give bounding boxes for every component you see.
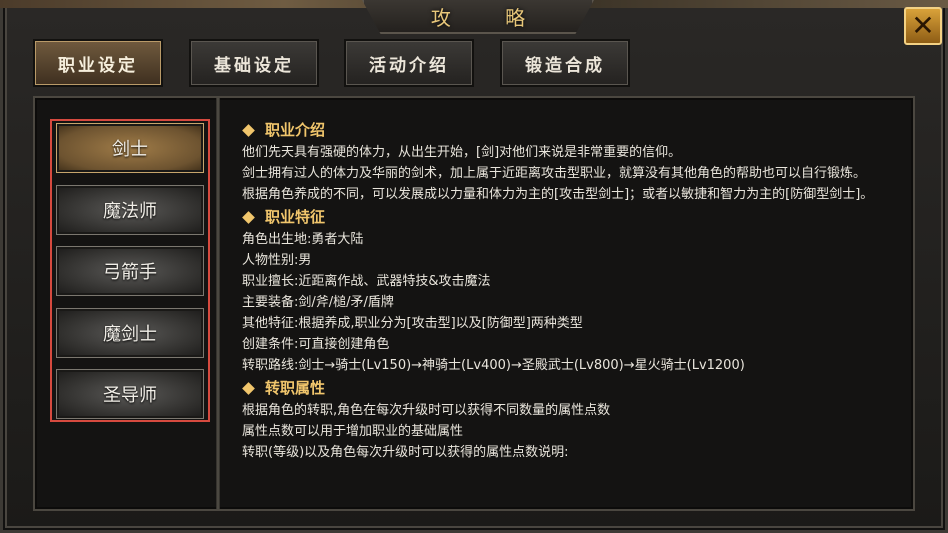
guide-line: 转职路线:剑士→骑士(Lv150)→神骑士(Lv400)→圣殿武士(Lv800)… — [242, 358, 745, 373]
section-heading: 职业特征 — [242, 205, 902, 229]
guide-line: 角色出生地:勇者大陆 — [242, 232, 364, 247]
tab-label: 锻造合成 — [525, 55, 605, 76]
section-heading: 职业介绍 — [242, 118, 902, 142]
class-button-swordsman[interactable]: 剑士 — [56, 123, 204, 173]
class-button-archer[interactable]: 弓箭手 — [56, 246, 204, 296]
section-heading: 转职属性 — [242, 376, 902, 400]
tab-label: 活动介绍 — [369, 55, 449, 76]
guide-line: 主要装备:剑/斧/槌/矛/盾牌 — [242, 295, 394, 310]
panel-divider — [216, 98, 220, 509]
guide-line: 他们先天具有强硬的体力，从出生开始，[剑]对他们来说是非常重要的信仰。 — [242, 145, 682, 160]
tab-label: 职业设定 — [58, 55, 138, 76]
diamond-bullet-icon — [242, 210, 255, 224]
class-list: 剑士 魔法师 弓箭手 魔剑士 圣导师 — [50, 119, 210, 422]
tab-basic-settings[interactable]: 基础设定 — [189, 39, 319, 87]
close-button[interactable]: ✕ — [904, 7, 942, 45]
tab-label: 基础设定 — [214, 55, 294, 76]
window-title: 攻 略 — [430, 5, 550, 30]
title-plate: 攻 略 — [362, 0, 594, 34]
guide-line: 根据角色的转职,角色在每次升级时可以获得不同数量的属性点数 — [242, 403, 611, 418]
section-heading-text: 转职属性 — [265, 379, 326, 397]
guide-line: 职业擅长:近距离作战、武器特技&攻击魔法 — [242, 274, 491, 289]
guide-line: 转职(等级)以及角色每次升级时可以获得的属性点数说明: — [242, 445, 569, 460]
close-icon: ✕ — [911, 9, 935, 42]
guide-line: 剑士拥有过人的体力及华丽的剑术，加上属于近距离攻击型职业，就算没有其他角色的帮助… — [242, 166, 867, 181]
class-label: 魔剑士 — [103, 324, 157, 345]
tab-events[interactable]: 活动介绍 — [344, 39, 474, 87]
class-button-magic-swordsman[interactable]: 魔剑士 — [56, 308, 204, 358]
class-label: 弓箭手 — [103, 262, 157, 283]
guide-line: 属性点数可以用于增加职业的基础属性 — [242, 424, 464, 439]
diamond-bullet-icon — [242, 381, 255, 395]
guide-line: 创建条件:可直接创建角色 — [242, 337, 390, 352]
diamond-bullet-icon — [242, 123, 255, 137]
class-label: 剑士 — [112, 139, 148, 160]
tab-forging[interactable]: 锻造合成 — [500, 39, 630, 87]
class-label: 魔法师 — [103, 201, 157, 222]
guide-line: 根据角色养成的不同，可以发展成以力量和体力为主的[攻击型剑士]；或者以敏捷和智力… — [242, 187, 874, 202]
guide-text-panel[interactable]: 职业介绍 他们先天具有强硬的体力，从出生开始，[剑]对他们来说是非常重要的信仰。… — [242, 118, 902, 508]
section-heading-text: 职业介绍 — [265, 121, 326, 139]
section-heading-text: 职业特征 — [265, 208, 326, 226]
class-button-mage[interactable]: 魔法师 — [56, 185, 204, 235]
guide-line: 人物性别:男 — [242, 253, 312, 268]
tab-class-settings[interactable]: 职业设定 — [33, 39, 163, 87]
class-label: 圣导师 — [103, 385, 157, 406]
guide-line: 其他特征:根据养成,职业分为[攻击型]以及[防御型]两种类型 — [242, 316, 583, 331]
class-button-summoner[interactable]: 圣导师 — [56, 369, 204, 419]
